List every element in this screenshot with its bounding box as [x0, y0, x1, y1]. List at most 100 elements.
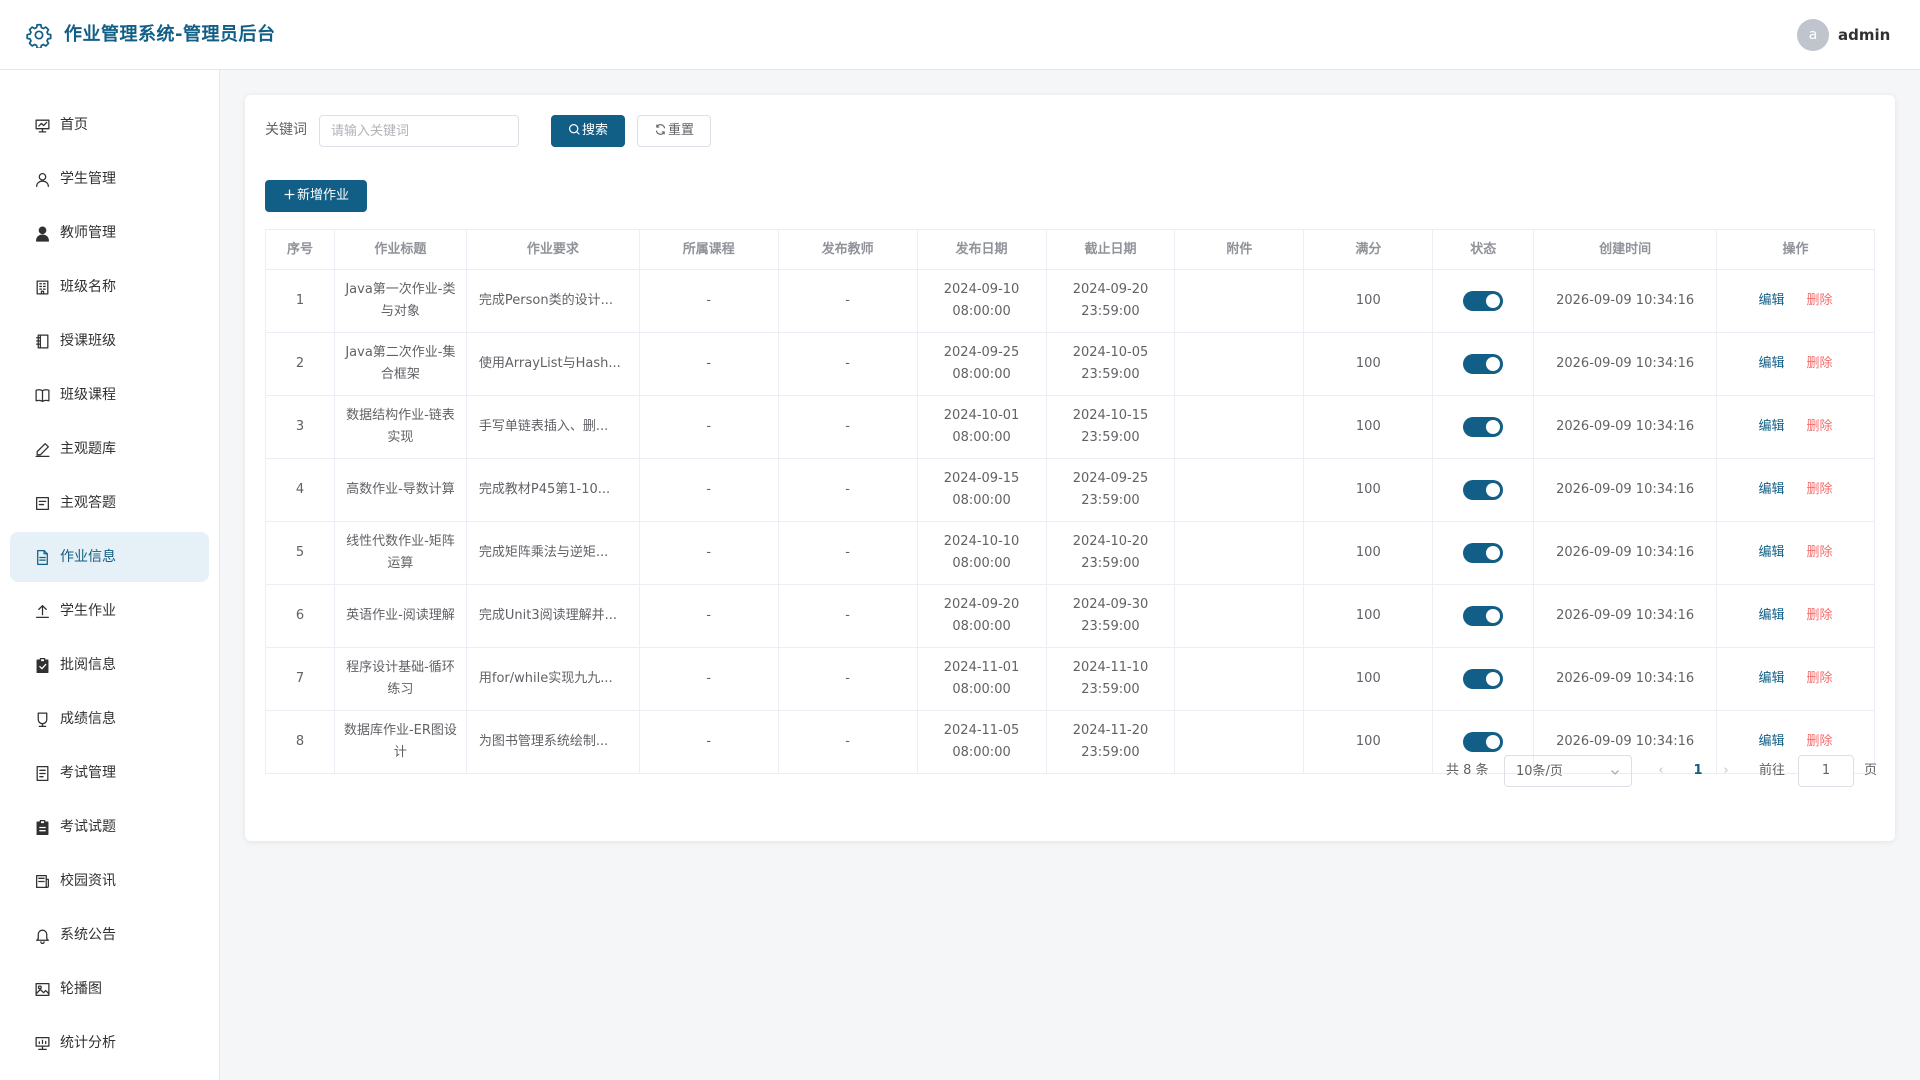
requirement-text: 为图书管理系统绘制...	[478, 734, 609, 749]
page-size-value: 10条/页	[1516, 764, 1563, 779]
sidebar-item-3[interactable]: 教师管理	[10, 208, 209, 258]
table-header-cell[interactable]: 所属课程	[639, 230, 779, 269]
toggle-knob	[1486, 672, 1501, 686]
delete-link[interactable]: 删除	[1807, 290, 1833, 312]
delete-link[interactable]: 删除	[1807, 353, 1833, 375]
reset-button[interactable]: 重置	[637, 115, 711, 147]
sidebar-item-17[interactable]: 轮播图	[10, 964, 209, 1014]
status-toggle[interactable]	[1463, 354, 1504, 374]
cell-actions: 编辑 删除	[1717, 522, 1875, 584]
sidebar-item-7[interactable]: 主观题库	[10, 424, 209, 474]
cell-actions: 编辑 删除	[1717, 396, 1875, 458]
publish-date: 2024-09-25	[943, 345, 1020, 360]
cell-teacher: -	[779, 648, 918, 710]
edit-link[interactable]: 编辑	[1759, 668, 1785, 690]
delete-link[interactable]: 删除	[1807, 416, 1833, 438]
cell-title: Java第一次作业-类与对象	[335, 270, 467, 332]
edit-link[interactable]: 编辑	[1759, 416, 1785, 438]
table-header-cell[interactable]: 创建时间	[1534, 230, 1718, 269]
sidebar-item-label: 班级课程	[60, 387, 116, 403]
cell-course: -	[640, 333, 779, 395]
document-icon	[37, 549, 48, 566]
username-label[interactable]: admin	[1838, 24, 1890, 46]
sidebar-item-6[interactable]: 班级课程	[10, 370, 209, 420]
page-number-1[interactable]: 1	[1686, 755, 1710, 787]
table-header-cell[interactable]: 作业标题	[334, 230, 467, 269]
sidebar-item-12[interactable]: 成绩信息	[10, 694, 209, 744]
keyword-label: 关键词	[265, 122, 307, 138]
search-button[interactable]: 搜索	[551, 115, 625, 147]
publish-date: 2024-09-10	[943, 282, 1020, 297]
sidebar-item-label: 主观答题	[60, 495, 116, 511]
delete-link[interactable]: 删除	[1807, 605, 1833, 627]
table-header-cell[interactable]: 状态	[1433, 230, 1535, 269]
cell-score: 100	[1304, 648, 1434, 710]
sidebar-item-9[interactable]: 作业信息	[10, 532, 209, 582]
goto-page-input[interactable]	[1798, 755, 1854, 787]
due-time: 23:59:00	[1081, 367, 1140, 382]
delete-link[interactable]: 删除	[1807, 542, 1833, 564]
cell-actions: 编辑 删除	[1717, 585, 1875, 647]
sidebar-item-5[interactable]: 授课班级	[10, 316, 209, 366]
cell-actions: 编辑 删除	[1717, 333, 1875, 395]
cell-requirement: 使用ArrayList与Hash...	[467, 333, 640, 395]
sidebar-item-label: 考试管理	[60, 765, 116, 781]
status-toggle[interactable]	[1463, 480, 1504, 500]
edit-link[interactable]: 编辑	[1759, 479, 1785, 501]
status-toggle[interactable]	[1463, 606, 1504, 626]
sidebar-item-19[interactable]: 个人中心	[10, 1072, 209, 1080]
cell-title: 数据库作业-ER图设计	[335, 711, 467, 773]
edit-link[interactable]: 编辑	[1759, 353, 1785, 375]
sidebar-item-8[interactable]: 主观答题	[10, 478, 209, 528]
cell-publish-date: 2024-11-05 08:00:00	[918, 711, 1047, 773]
sidebar-item-15[interactable]: 校园资讯	[10, 856, 209, 906]
toggle-knob	[1486, 735, 1501, 749]
table-header-cell[interactable]: 作业要求	[466, 230, 640, 269]
table-header-cell[interactable]: 发布日期	[917, 230, 1047, 269]
keyword-input[interactable]	[319, 115, 519, 147]
table-header-cell[interactable]: 截止日期	[1046, 230, 1176, 269]
page-size-select[interactable]: 10条/页	[1504, 755, 1632, 787]
sidebar-item-10[interactable]: 学生作业	[10, 586, 209, 636]
status-toggle[interactable]	[1463, 732, 1504, 752]
sidebar-item-1[interactable]: 首页	[10, 100, 209, 150]
sidebar-item-18[interactable]: 统计分析	[10, 1018, 209, 1068]
edit-link[interactable]: 编辑	[1759, 290, 1785, 312]
edit-link[interactable]: 编辑	[1759, 731, 1785, 753]
prev-page-button[interactable]: ‹	[1653, 755, 1669, 787]
table-header-cell[interactable]: 附件	[1175, 230, 1305, 269]
sidebar-item-16[interactable]: 系统公告	[10, 910, 209, 960]
sidebar-item-14[interactable]: 考试试题	[10, 802, 209, 852]
sidebar-item-2[interactable]: 学生管理	[10, 154, 209, 204]
search-button-label: 搜索	[581, 123, 608, 138]
delete-link[interactable]: 删除	[1807, 731, 1833, 753]
status-toggle[interactable]	[1463, 291, 1504, 311]
cell-status	[1433, 585, 1535, 647]
sidebar-item-4[interactable]: 班级名称	[10, 262, 209, 312]
cell-score: 100	[1304, 522, 1434, 584]
next-page-button[interactable]: ›	[1718, 755, 1734, 787]
edit-link[interactable]: 编辑	[1759, 542, 1785, 564]
delete-link[interactable]: 删除	[1807, 479, 1833, 501]
status-toggle[interactable]	[1463, 543, 1504, 563]
add-homework-button[interactable]: 新增作业	[265, 180, 367, 212]
delete-link[interactable]: 删除	[1807, 668, 1833, 690]
page-suffix-label: 页	[1864, 763, 1878, 778]
cell-index: 2	[266, 333, 335, 395]
cell-course: -	[640, 459, 779, 521]
edit-link[interactable]: 编辑	[1759, 605, 1785, 627]
cell-requirement: 完成Unit3阅读理解并...	[467, 585, 640, 647]
cell-actions: 编辑 删除	[1717, 648, 1875, 710]
table-header-cell[interactable]: 操作	[1717, 230, 1875, 269]
table-header-cell[interactable]: 满分	[1304, 230, 1434, 269]
avatar[interactable]: a	[1797, 19, 1829, 51]
cell-publish-date: 2024-09-25 08:00:00	[918, 333, 1047, 395]
bell-icon	[36, 929, 49, 944]
sidebar-item-11[interactable]: 批阅信息	[10, 640, 209, 690]
publish-time: 08:00:00	[952, 682, 1011, 697]
table-header-cell[interactable]: 序号	[266, 230, 335, 269]
table-header-cell[interactable]: 发布教师	[778, 230, 918, 269]
sidebar-item-13[interactable]: 考试管理	[10, 748, 209, 798]
status-toggle[interactable]	[1463, 417, 1504, 437]
status-toggle[interactable]	[1463, 669, 1504, 689]
